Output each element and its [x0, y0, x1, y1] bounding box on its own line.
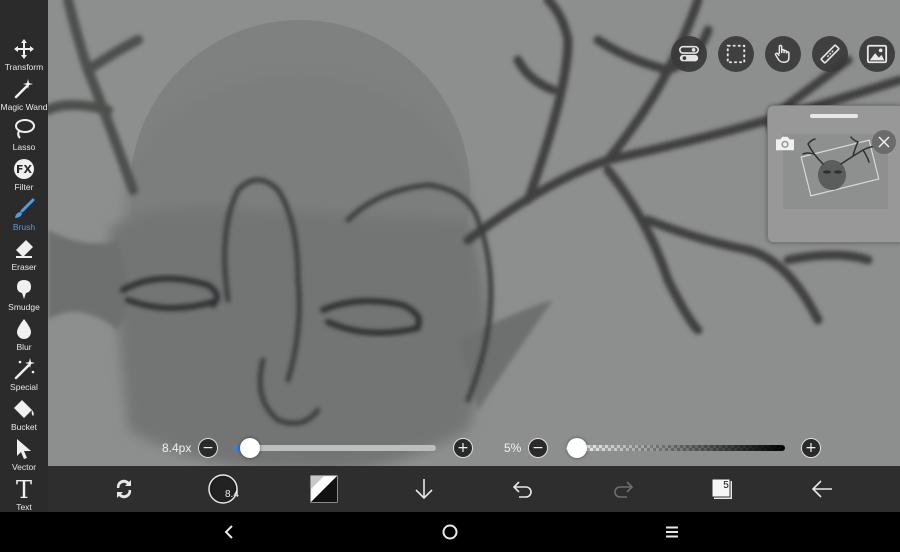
tool-label: Blur	[16, 342, 32, 352]
opacity-slider[interactable]	[566, 445, 785, 451]
reference-image-button[interactable]	[859, 36, 895, 72]
selection-button[interactable]	[718, 36, 754, 72]
redo-icon	[614, 481, 634, 498]
move-arrows-icon	[14, 39, 34, 59]
back-chevron-icon	[224, 525, 233, 539]
brush-size-value: 8.4px	[162, 441, 192, 455]
cursor-arrow-icon	[17, 439, 31, 459]
sparkle-wand-icon	[14, 358, 35, 380]
undo-icon	[512, 481, 532, 498]
tool-brush[interactable]: Brush	[0, 194, 48, 234]
lasso-icon	[15, 119, 35, 139]
brush-size-slider[interactable]	[234, 445, 436, 451]
undo-button[interactable]	[501, 466, 545, 512]
artwork-sketch	[48, 0, 900, 512]
opacity-decrease-button[interactable]: −	[528, 438, 548, 458]
download-button[interactable]	[402, 466, 446, 512]
close-icon	[878, 136, 890, 148]
tool-blur[interactable]: Blur	[0, 314, 48, 354]
tool-transform[interactable]: Transform	[0, 34, 48, 74]
tool-label: Text	[16, 502, 32, 512]
color-swatch-button[interactable]	[302, 466, 346, 512]
navigator-panel[interactable]	[767, 105, 900, 243]
redo-button[interactable]	[601, 466, 645, 512]
tool-label: Brush	[12, 222, 36, 232]
size-increase-button[interactable]: +	[453, 438, 473, 458]
drawing-canvas[interactable]	[48, 0, 900, 512]
smudge-finger-icon	[17, 280, 31, 299]
droplet-icon	[17, 319, 31, 339]
opacity-slider-knob[interactable]	[566, 438, 587, 458]
home-circle-icon	[442, 524, 458, 540]
back-button[interactable]	[800, 466, 844, 512]
brush-icon	[15, 198, 35, 218]
tool-text[interactable]: T Text	[0, 474, 48, 514]
system-navigation-bar	[0, 512, 900, 552]
tool-sidebar: Transform Magic Wand Lasso FX Filter Bru…	[0, 0, 48, 512]
hand-pan-button[interactable]	[765, 36, 801, 72]
camera-icon[interactable]	[774, 134, 796, 152]
layer-count: 5	[723, 480, 729, 491]
toggle-settings-icon	[679, 45, 699, 62]
tool-lasso[interactable]: Lasso	[0, 114, 48, 154]
bottom-toolbar: 8.4 5	[48, 466, 900, 512]
plus-icon: +	[457, 440, 469, 456]
system-back-button[interactable]	[217, 520, 241, 544]
tool-smudge[interactable]: Smudge	[0, 274, 48, 314]
toggle-settings-button[interactable]	[671, 36, 707, 72]
tool-label: Magic Wand	[0, 102, 48, 112]
tool-eraser[interactable]: Eraser	[0, 234, 48, 274]
color-swatch-icon	[310, 475, 338, 503]
plus-icon: +	[805, 440, 817, 456]
back-arrow-icon	[811, 480, 832, 498]
tool-label: Eraser	[11, 262, 37, 272]
opacity-value: 5%	[504, 441, 522, 455]
swap-colors-icon	[116, 479, 132, 499]
tool-filter[interactable]: FX Filter	[0, 154, 48, 194]
tool-label: Lasso	[12, 142, 36, 152]
minus-icon: −	[532, 440, 544, 456]
opacity-increase-button[interactable]: +	[801, 438, 821, 458]
hand-pan-icon	[774, 44, 790, 63]
tool-label: Vector	[11, 462, 37, 472]
minus-icon: −	[202, 440, 214, 456]
arrow-down-icon	[415, 479, 433, 500]
magic-wand-icon	[14, 79, 33, 99]
layers-button[interactable]: 5	[700, 466, 744, 512]
swap-colors-button[interactable]	[102, 466, 146, 512]
eraser-icon	[16, 240, 33, 258]
ruler-button[interactable]	[812, 36, 848, 72]
tool-label: Special	[10, 382, 38, 392]
size-decrease-button[interactable]: −	[198, 438, 218, 458]
tool-label: Transform	[4, 62, 44, 72]
tool-label: Filter	[14, 182, 34, 192]
fx-icon: FX	[14, 159, 34, 179]
navigator-close-button[interactable]	[872, 130, 896, 154]
tool-bucket[interactable]: Bucket	[0, 394, 48, 434]
tool-label: Bucket	[11, 422, 37, 432]
tool-vector[interactable]: Vector	[0, 434, 48, 474]
selection-rect-icon	[726, 44, 746, 64]
paint-bucket-icon	[14, 400, 34, 418]
image-reference-icon	[866, 44, 888, 64]
text-t-icon: T	[16, 477, 32, 501]
brush-size-indicator: 8.4	[225, 489, 239, 500]
svg-text:FX: FX	[16, 163, 33, 176]
ruler-icon	[820, 44, 840, 64]
navigator-drag-handle[interactable]	[810, 114, 858, 118]
tool-label: Smudge	[8, 302, 40, 312]
system-home-button[interactable]	[438, 520, 462, 544]
brush-size-button[interactable]: 8.4	[201, 466, 245, 512]
menu-lines-icon	[666, 526, 678, 538]
tool-special[interactable]: Special	[0, 354, 48, 394]
tool-magic-wand[interactable]: Magic Wand	[0, 74, 48, 114]
system-menu-button[interactable]	[660, 520, 684, 544]
svg-text:T: T	[16, 477, 32, 501]
